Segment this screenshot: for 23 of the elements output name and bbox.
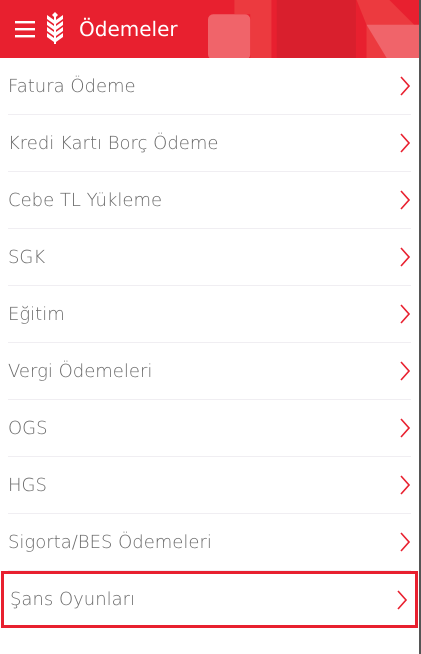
chevron-right-icon xyxy=(400,304,410,324)
menu-item[interactable]: Cebe TL Yükleme xyxy=(8,172,411,229)
chevron-right-icon xyxy=(400,133,410,153)
chevron-right-icon xyxy=(400,418,410,438)
menu-item[interactable]: Vergi Ödemeleri xyxy=(8,343,411,400)
chevron-right-icon xyxy=(400,190,410,210)
chevron-right-icon xyxy=(397,590,407,610)
page-title: Ödemeler xyxy=(79,17,178,41)
menu-item[interactable]: HGS xyxy=(8,457,411,514)
menu-item[interactable]: OGS xyxy=(8,400,411,457)
chevron-right-icon xyxy=(400,247,410,267)
menu-item[interactable]: Eğitim xyxy=(8,286,411,343)
menu-item[interactable]: SGK xyxy=(8,229,411,286)
wheat-logo-icon xyxy=(45,12,65,46)
menu-item[interactable]: Kredi Kartı Borç Ödeme xyxy=(8,115,411,172)
menu-icon[interactable] xyxy=(15,20,35,38)
chevron-right-icon xyxy=(400,475,410,495)
menu-item[interactable]: Sigorta/BES Ödemeleri xyxy=(8,514,411,571)
chevron-right-icon xyxy=(400,361,410,381)
menu-item[interactable]: Şans Oyunları xyxy=(1,571,418,628)
chevron-right-icon xyxy=(400,76,410,96)
chevron-right-icon xyxy=(400,532,410,552)
menu-item[interactable]: Fatura Ödeme xyxy=(8,58,411,115)
